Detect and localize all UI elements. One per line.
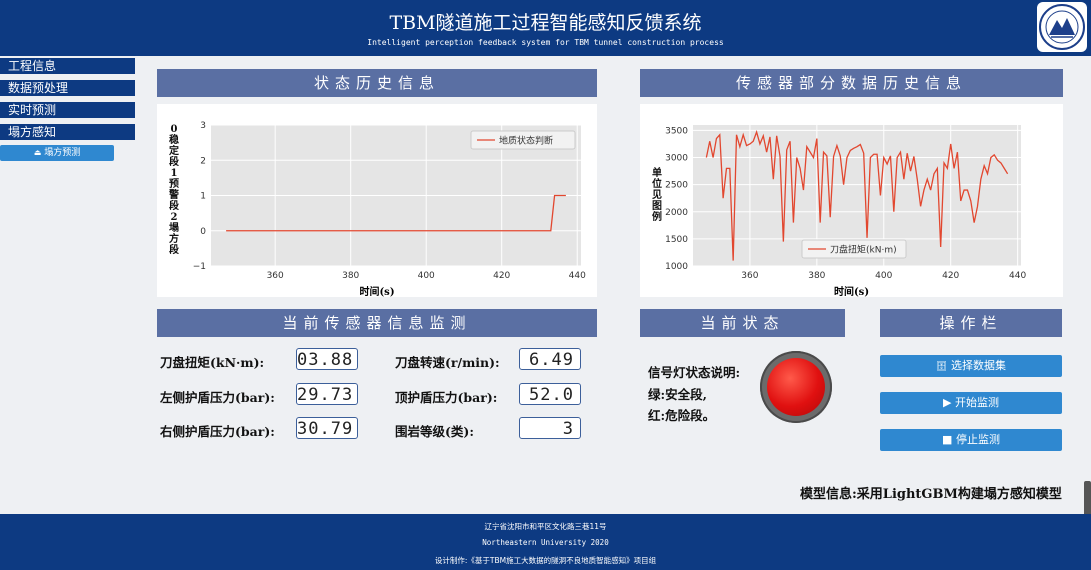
y-tick-label: 3 xyxy=(200,121,206,131)
state-chart-xlabel: 时间(s) xyxy=(359,287,395,298)
warning-icon: ⏏ xyxy=(33,148,42,157)
sidebar-item-collapse-perception[interactable]: 塌方感知 xyxy=(0,124,135,140)
sensor-chart-xlabel: 时间(s) xyxy=(833,287,870,298)
y-tick-label: 1000 xyxy=(665,262,688,272)
y-tick-label: 2500 xyxy=(665,181,688,191)
stop-icon: ■ xyxy=(942,433,953,446)
footer-address: 辽宁省沈阳市和平区文化路三巷11号 xyxy=(484,522,607,531)
rock-grade-display: 3 xyxy=(519,417,581,439)
y-tick-label: 2 xyxy=(200,156,206,166)
y-tick-label: 0 xyxy=(200,227,206,237)
top-shield-display: 52.0 xyxy=(519,383,581,405)
app-subtitle: Intelligent perception feedback system f… xyxy=(367,38,724,47)
x-tick-label: 440 xyxy=(1009,271,1026,281)
y-tick-label: 3500 xyxy=(665,126,688,136)
x-tick-label: 420 xyxy=(942,271,959,281)
state-history-chart: 360 380 400 420 440 −1 0 1 2 3 地质状态判断 xyxy=(193,121,586,281)
start-monitor-button[interactable]: ▶ 开始监测 xyxy=(880,392,1062,414)
y-tick-label: 1 xyxy=(200,192,206,202)
stop-monitor-button[interactable]: ■ 停止监测 xyxy=(880,429,1062,451)
state-history-chart-panel: 0稳定段1预警段2塌方段 360 380 400 420 440 −1 0 1 2 3 地质状态判断… xyxy=(157,104,597,298)
legend-label: 刀盘扭矩(kN·m) xyxy=(830,244,897,256)
torque-label: 刀盘扭矩(kN·m): xyxy=(160,355,265,370)
footer-university: Northeastern University 2020 xyxy=(482,538,609,547)
y-tick-label: 3000 xyxy=(665,154,688,164)
state-history-title: 状态历史信息 xyxy=(157,69,597,97)
sidebar-item-project-info[interactable]: 工程信息 xyxy=(0,58,135,74)
left-shield-display: 29.73 xyxy=(296,383,358,405)
select-dataset-button[interactable]: 🗄 选择数据集 xyxy=(880,355,1062,377)
signal-desc-green: 绿:安全段, xyxy=(648,387,707,402)
sensor-history-chart-panel: 单位见图例 360 380 400 420 440 1000 1500 2000 2500 300… xyxy=(640,104,1063,298)
x-tick-label: 400 xyxy=(418,271,435,281)
left-shield-label: 左侧护盾压力(bar): xyxy=(160,390,275,405)
footer-credit: 设计制作:《基于TBM施工大数据的隧洞不良地质智能感知》项目组 xyxy=(434,556,657,565)
x-tick-label: 360 xyxy=(267,271,284,281)
right-shield-label: 右侧护盾压力(bar): xyxy=(160,424,275,439)
torque-display: 03.88 xyxy=(296,348,358,370)
x-tick-label: 380 xyxy=(808,271,825,281)
sensor-history-chart: 360 380 400 420 440 1000 1500 2000 2500 3000 3500 刀… xyxy=(665,125,1027,281)
model-info: 模型信息:采用LightGBM构建塌方感知模型 xyxy=(800,487,1062,502)
sensor-history-title: 传感器部分数据历史信息 xyxy=(640,69,1063,97)
x-tick-label: 440 xyxy=(569,271,586,281)
x-tick-label: 420 xyxy=(493,271,510,281)
x-tick-label: 400 xyxy=(875,271,892,281)
sidebar-item-realtime-prediction[interactable]: 实时预测 xyxy=(0,102,135,118)
university-logo xyxy=(1037,2,1087,52)
x-tick-label: 360 xyxy=(741,271,758,281)
signal-desc-title: 信号灯状态说明: xyxy=(648,365,741,380)
speed-display: 6.49 xyxy=(519,348,581,370)
rock-grade-label: 围岩等级(类): xyxy=(395,424,474,439)
y-tick-label: 2000 xyxy=(665,208,688,218)
signal-light xyxy=(760,351,832,423)
sidebar-item-preprocessing[interactable]: 数据预处理 xyxy=(0,80,135,96)
play-icon: ▶ xyxy=(943,396,952,409)
database-icon: 🗄 xyxy=(936,362,948,372)
app-title: TBM隧道施工过程智能感知反馈系统 xyxy=(389,12,702,34)
y-tick-label: 1500 xyxy=(665,235,688,245)
right-shield-display: 30.79 xyxy=(296,417,358,439)
current-state-title: 当前状态 xyxy=(640,309,845,337)
y-tick-label: −1 xyxy=(193,262,206,272)
collapse-prediction-button[interactable]: ⏏ 塌方预测 xyxy=(0,145,114,161)
x-tick-label: 380 xyxy=(342,271,359,281)
app-header: TBM隧道施工过程智能感知反馈系统 Intelligent perception… xyxy=(0,0,1091,56)
legend-label: 地质状态判断 xyxy=(499,135,553,147)
speed-label: 刀盘转速(r/min): xyxy=(395,355,500,370)
signal-desc-red: 红:危险段。 xyxy=(648,408,716,423)
top-shield-label: 顶护盾压力(bar): xyxy=(395,390,498,405)
current-sensor-title: 当前传感器信息监测 xyxy=(157,309,597,337)
operations-title: 操作栏 xyxy=(880,309,1062,337)
footer: 辽宁省沈阳市和平区文化路三巷11号 Northeastern Universit… xyxy=(0,514,1091,570)
signal-light-core xyxy=(767,358,825,416)
